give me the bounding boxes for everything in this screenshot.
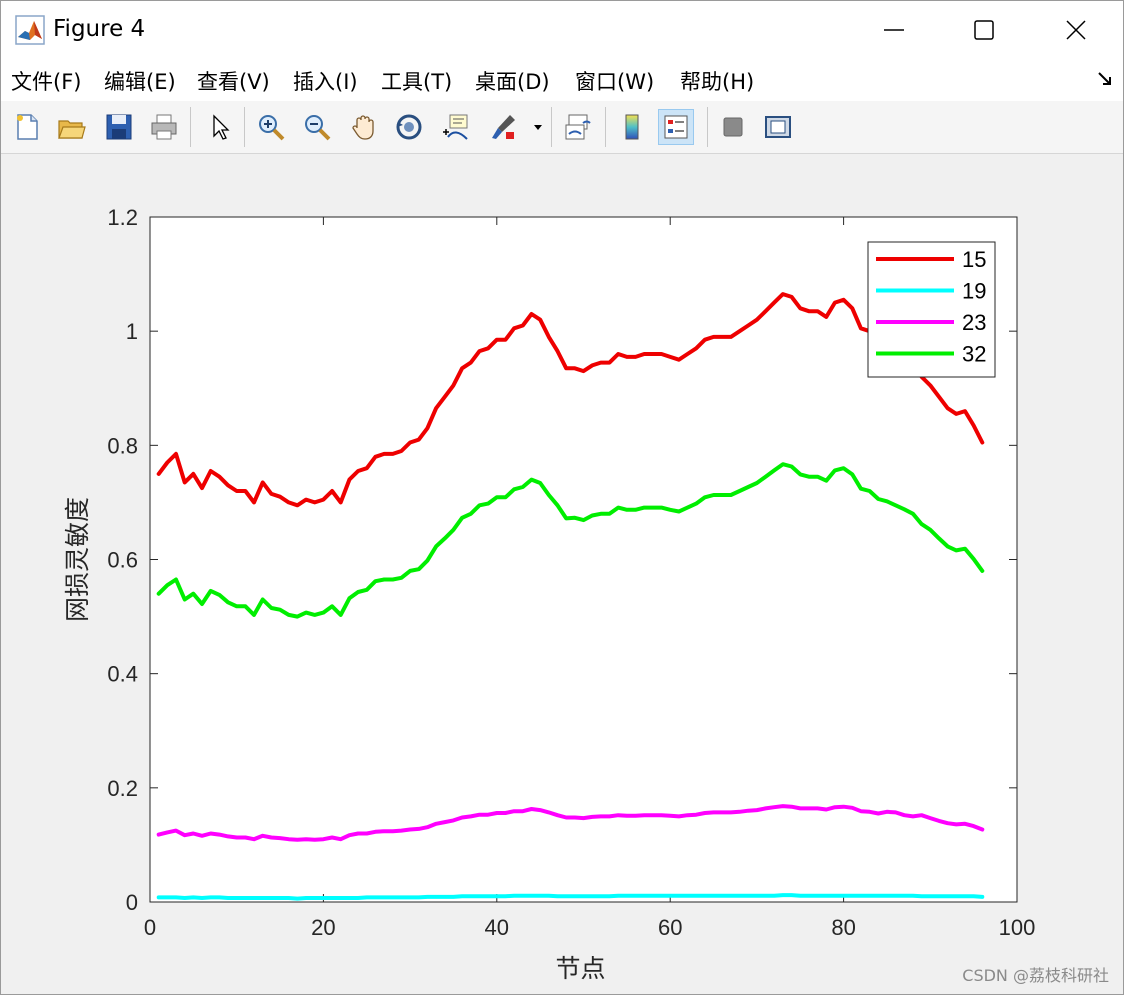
legend-label-19: 19 bbox=[962, 279, 986, 304]
legend-label-32: 32 bbox=[962, 342, 986, 367]
x-tick-label: 20 bbox=[311, 915, 335, 940]
x-tick-label: 80 bbox=[831, 915, 855, 940]
show-tools-icon bbox=[765, 116, 791, 138]
window-title: Figure 4 bbox=[53, 16, 146, 42]
y-tick-label: 0.8 bbox=[107, 433, 138, 458]
open-file-icon bbox=[58, 120, 86, 139]
save-button[interactable] bbox=[101, 109, 137, 145]
show-plot-tools-button[interactable] bbox=[760, 109, 796, 145]
x-tick-label: 60 bbox=[658, 915, 682, 940]
new-figure-icon bbox=[17, 114, 38, 140]
title-bar[interactable]: Figure 4 bbox=[1, 1, 1123, 59]
menu-file[interactable]: 文件(F) bbox=[11, 66, 81, 96]
y-tick-label: 0 bbox=[126, 890, 138, 915]
menu-insert[interactable]: 插入(I) bbox=[293, 66, 358, 96]
chevron-down-icon bbox=[534, 125, 542, 130]
matlab-logo-icon bbox=[15, 15, 45, 45]
y-tick-label: 1.2 bbox=[107, 205, 138, 230]
zoom-out-icon bbox=[305, 115, 331, 141]
data-cursor-button[interactable] bbox=[437, 109, 473, 145]
menu-help[interactable]: 帮助(H) bbox=[680, 66, 754, 96]
toolbar-separator bbox=[551, 107, 552, 147]
data-cursor-icon bbox=[443, 114, 468, 140]
toolbar-separator bbox=[190, 107, 191, 147]
toolbar-separator bbox=[244, 107, 245, 147]
close-icon bbox=[1066, 20, 1086, 40]
new-figure-button[interactable] bbox=[9, 109, 45, 145]
menu-bar: 文件(F) 编辑(E) 查看(V) 插入(I) 工具(T) 桌面(D) 窗口(W… bbox=[1, 59, 1123, 102]
legend-label-23: 23 bbox=[962, 310, 986, 335]
link-plot-button[interactable] bbox=[560, 109, 596, 145]
hide-plot-tools-button[interactable] bbox=[715, 109, 751, 145]
close-button[interactable] bbox=[1031, 1, 1121, 59]
x-tick-label: 100 bbox=[999, 915, 1036, 940]
open-file-button[interactable] bbox=[53, 109, 89, 145]
zoom-in-icon bbox=[259, 115, 285, 141]
y-axis-label: 网损灵敏度 bbox=[63, 497, 92, 622]
maximize-icon bbox=[974, 20, 994, 40]
legend-icon bbox=[664, 115, 688, 139]
x-tick-label: 40 bbox=[485, 915, 509, 940]
menu-view[interactable]: 查看(V) bbox=[197, 66, 270, 96]
toolbar-separator bbox=[605, 107, 606, 147]
colorbar-icon bbox=[625, 114, 639, 140]
menu-tools[interactable]: 工具(T) bbox=[381, 66, 452, 96]
brush-dropdown-button[interactable] bbox=[529, 109, 547, 145]
x-tick-label: 0 bbox=[144, 915, 156, 940]
menu-desktop[interactable]: 桌面(D) bbox=[475, 66, 550, 96]
chart: 0 20 40 60 80 100 0 0.2 0.4 0.6 0.8 1 1.2 节点 网损灵敏度 15 19… bbox=[63, 205, 1036, 983]
print-button[interactable] bbox=[146, 109, 182, 145]
maximize-button[interactable] bbox=[939, 1, 1029, 59]
legend-label-15: 15 bbox=[962, 247, 986, 272]
legend-button[interactable] bbox=[658, 109, 694, 145]
select-arrow-icon bbox=[213, 114, 230, 140]
select-button[interactable] bbox=[201, 109, 237, 145]
figure-window: Figure 4 文件(F) 编辑(E) 查看(V) 插入(I) 工具(T) 桌… bbox=[0, 0, 1124, 995]
y-tick-label: 0.2 bbox=[107, 776, 138, 801]
hide-tools-icon bbox=[723, 117, 743, 137]
minimize-button[interactable] bbox=[849, 1, 939, 59]
zoom-in-button[interactable] bbox=[253, 109, 289, 145]
y-tick-label: 1 bbox=[126, 319, 138, 344]
x-axis-label: 节点 bbox=[555, 954, 605, 983]
link-plot-icon bbox=[565, 114, 591, 140]
brush-icon bbox=[492, 115, 515, 139]
print-icon bbox=[151, 114, 177, 140]
dock-arrow-icon[interactable] bbox=[1097, 71, 1113, 87]
pan-hand-icon bbox=[352, 115, 374, 140]
minimize-icon bbox=[884, 29, 904, 31]
figure-toolbar bbox=[1, 101, 1123, 154]
zoom-out-button[interactable] bbox=[299, 109, 335, 145]
y-tick-label: 0.4 bbox=[107, 662, 138, 687]
save-icon bbox=[106, 114, 132, 140]
menu-window[interactable]: 窗口(W) bbox=[575, 66, 654, 96]
menu-edit[interactable]: 编辑(E) bbox=[104, 66, 176, 96]
watermark: CSDN @荔枝科研社 bbox=[962, 966, 1109, 985]
toolbar-separator bbox=[707, 107, 708, 147]
y-tick-label: 0.6 bbox=[107, 548, 138, 573]
rotate-button[interactable] bbox=[391, 109, 427, 145]
brush-button[interactable] bbox=[485, 109, 521, 145]
colorbar-button[interactable] bbox=[614, 109, 650, 145]
pan-button[interactable] bbox=[346, 109, 382, 145]
rotate-3d-icon bbox=[396, 114, 422, 140]
